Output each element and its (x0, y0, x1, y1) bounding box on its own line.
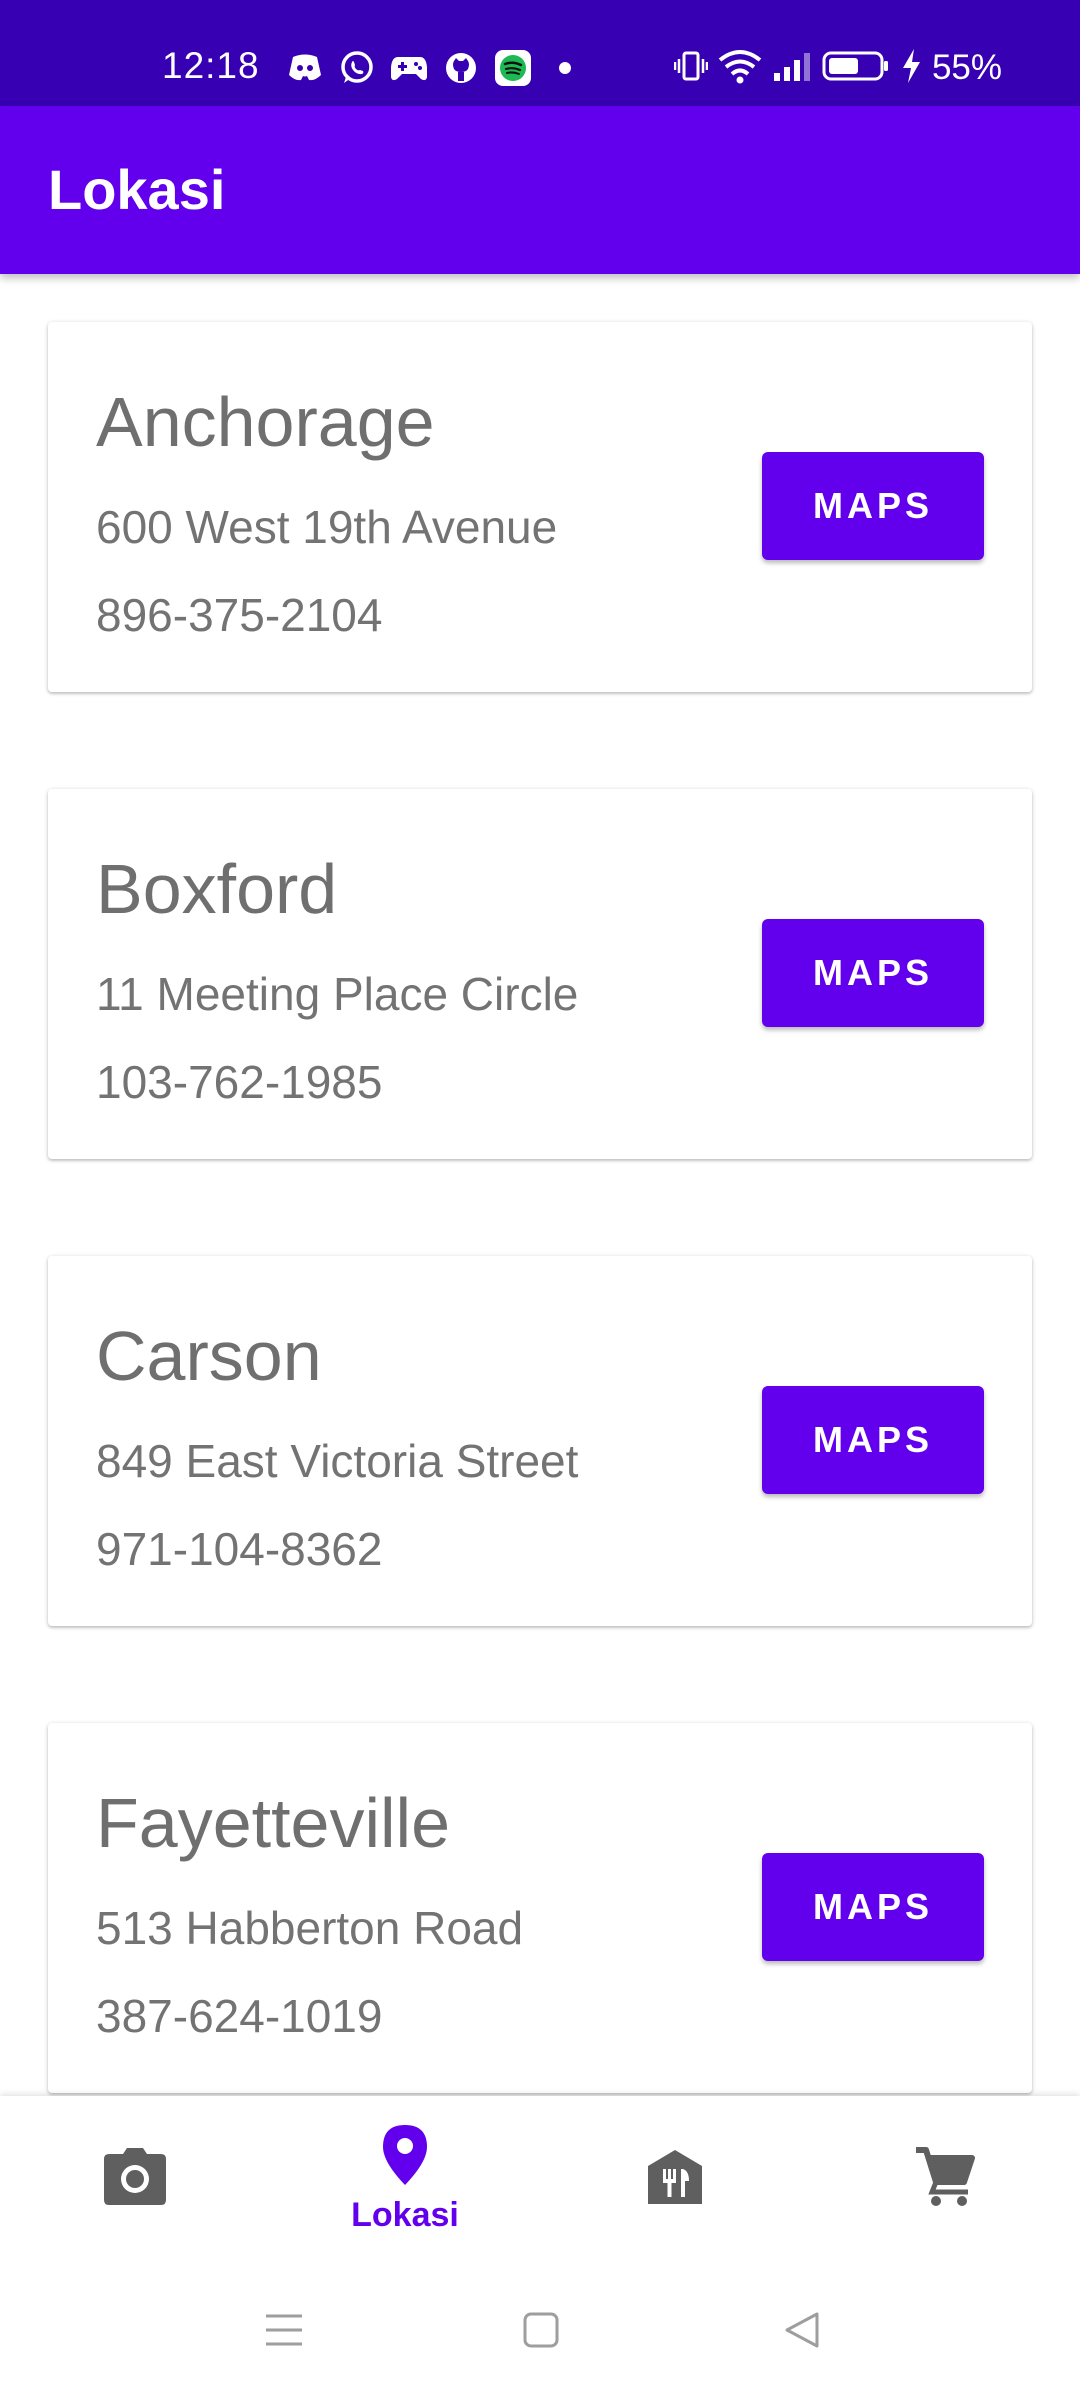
location-pin-icon (382, 2124, 428, 2191)
screen: 12:18 55% Lokasi Anchorage 600 West 19th… (0, 0, 1080, 2400)
location-city: Fayetteville (96, 1784, 451, 1862)
location-phone: 103-762-1985 (96, 1056, 383, 1108)
location-address: 600 West 19th Avenue (96, 501, 558, 553)
bottom-navigation: Lokasi (0, 2096, 1080, 2262)
location-list[interactable]: Anchorage 600 West 19th Avenue 896-375-2… (0, 274, 1080, 2096)
location-city: Carson (96, 1317, 322, 1395)
home-button[interactable] (511, 2302, 571, 2362)
location-card: Fayetteville 513 Habberton Road 387-624-… (48, 1723, 1032, 2093)
location-phone: 971-104-8362 (96, 1523, 383, 1575)
cart-icon (914, 2146, 976, 2213)
whatsapp-icon (338, 49, 376, 87)
status-time: 12:18 (162, 45, 260, 86)
restaurant-icon (647, 2149, 703, 2210)
nav-label-lokasi: Lokasi (351, 2195, 459, 2234)
location-city: Boxford (96, 850, 338, 928)
vibrate-icon (673, 49, 709, 88)
system-status-icons: 55% (673, 46, 1002, 90)
battery-percentage: 55% (931, 48, 1002, 87)
maps-button[interactable]: MAPS (762, 1386, 984, 1494)
github-icon (442, 49, 480, 87)
maps-button[interactable]: MAPS (762, 919, 984, 1027)
maps-button[interactable]: MAPS (762, 452, 984, 560)
battery-icon (822, 49, 890, 88)
signal-icon (772, 49, 812, 88)
location-card: Boxford 11 Meeting Place Circle 103-762-… (48, 789, 1032, 1159)
location-phone: 896-375-2104 (96, 589, 383, 641)
camera-icon (103, 2147, 167, 2211)
nav-item-camera[interactable] (0, 2096, 270, 2262)
status-bar: 12:18 55% (0, 0, 1080, 106)
location-address: 513 Habberton Road (96, 1902, 524, 1954)
page-title: Lokasi (48, 158, 226, 221)
discord-icon (286, 49, 324, 87)
dot-icon (546, 49, 584, 87)
location-city: Anchorage (96, 383, 435, 461)
back-button[interactable] (772, 2302, 832, 2362)
location-address: 11 Meeting Place Circle (96, 968, 579, 1020)
charging-icon (900, 48, 922, 89)
location-card: Anchorage 600 West 19th Avenue 896-375-2… (48, 322, 1032, 692)
nav-item-cart[interactable] (810, 2096, 1080, 2262)
gamepad-icon (390, 49, 428, 87)
square-icon (522, 2311, 560, 2354)
app-bar: Lokasi (0, 106, 1080, 274)
notification-icons (286, 48, 584, 88)
recent-apps-button[interactable] (254, 2302, 314, 2362)
location-phone: 387-624-1019 (96, 1990, 383, 2042)
location-card: Carson 849 East Victoria Street 971-104-… (48, 1256, 1032, 1626)
wifi-icon (718, 48, 762, 89)
menu-lines-icon (264, 2312, 304, 2353)
nav-item-lokasi[interactable]: Lokasi (270, 2096, 540, 2262)
spotify-icon (494, 49, 532, 87)
location-address: 849 East Victoria Street (96, 1435, 579, 1487)
maps-button[interactable]: MAPS (762, 1853, 984, 1961)
system-navigation-bar (0, 2262, 1080, 2400)
nav-item-restaurant[interactable] (540, 2096, 810, 2262)
back-triangle-icon (783, 2310, 821, 2355)
